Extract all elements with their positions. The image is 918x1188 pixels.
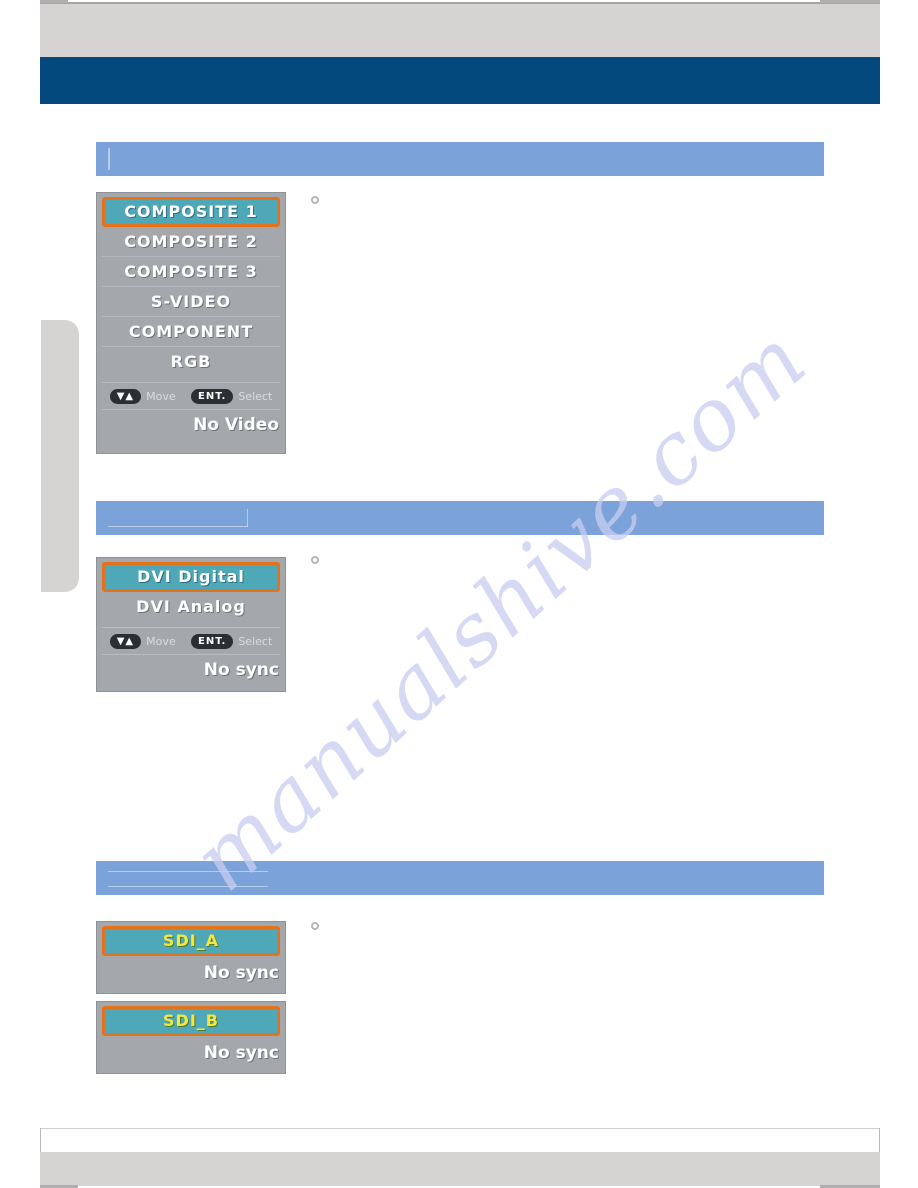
updown-arrows-icon: ▼▲ bbox=[109, 633, 142, 649]
osd-item-dvi-analog[interactable]: DVI Analog bbox=[102, 592, 280, 622]
hint-select-label-dvi: Select bbox=[238, 634, 273, 648]
section-2-ghost-underline bbox=[108, 526, 248, 527]
osd-item-component[interactable]: COMPONENT bbox=[102, 317, 280, 347]
osd-menu-dvi-source: DVI Digital DVI Analog ▼▲ Move ENT. Sele… bbox=[96, 557, 286, 692]
hint-select-group: ENT. Select bbox=[191, 388, 273, 404]
enter-key-icon: ENT. bbox=[191, 388, 234, 404]
header-notch-right bbox=[820, 0, 880, 3]
section-3-ghost-rule-top bbox=[108, 871, 268, 872]
footer-divider bbox=[40, 1128, 880, 1129]
osd-menu-video-source-list: COMPOSITE 1 COMPOSITE 2 COMPOSITE 3 S-VI… bbox=[97, 193, 285, 379]
osd-status-sdi-a: No sync bbox=[203, 963, 279, 983]
hint-select-group-dvi: ENT. Select bbox=[191, 633, 273, 649]
osd-item-composite-1[interactable]: COMPOSITE 1 bbox=[102, 197, 280, 227]
section-heading-bar-3 bbox=[96, 861, 824, 895]
section-heading-bar-2 bbox=[96, 501, 824, 535]
osd-menu-video-source-hints: ▼▲ Move ENT. Select bbox=[102, 382, 280, 410]
section-3-ghost-rule-bottom bbox=[108, 886, 268, 887]
osd-menu-dvi-source-list: DVI Digital DVI Analog bbox=[97, 558, 285, 624]
side-chapter-tab bbox=[41, 320, 79, 592]
osd-status-dvi-source: No sync bbox=[203, 660, 279, 680]
manual-page: COMPOSITE 1 COMPOSITE 2 COMPOSITE 3 S-VI… bbox=[0, 0, 918, 1188]
section-1-ghost-mark bbox=[108, 148, 110, 170]
hint-move-group-dvi: ▼▲ Move bbox=[109, 633, 176, 649]
updown-arrows-icon: ▼▲ bbox=[109, 388, 142, 404]
osd-status-sdi-b: No sync bbox=[203, 1043, 279, 1063]
page-header-gray-band bbox=[40, 2, 880, 57]
enter-key-icon: ENT. bbox=[191, 633, 234, 649]
section-2-ghost-tick bbox=[247, 509, 248, 527]
osd-menu-sdi-b: SDI_B No sync bbox=[96, 1001, 286, 1074]
osd-item-dvi-digital[interactable]: DVI Digital bbox=[102, 562, 280, 592]
hint-select-label: Select bbox=[238, 389, 273, 403]
bullet-dot-icon-2 bbox=[311, 556, 319, 564]
side-chapter-tab-label bbox=[3, 320, 41, 592]
osd-menu-sdi-b-list: SDI_B bbox=[97, 1002, 285, 1038]
bullet-dot-icon-3 bbox=[311, 922, 319, 930]
footer-rule-left bbox=[40, 1128, 41, 1152]
osd-menu-dvi-source-hints: ▼▲ Move ENT. Select bbox=[102, 627, 280, 655]
footer-rule-right bbox=[879, 1128, 880, 1152]
osd-item-sdi-b[interactable]: SDI_B bbox=[102, 1006, 280, 1036]
osd-item-sdi-a[interactable]: SDI_A bbox=[102, 926, 280, 956]
osd-menu-sdi-a: SDI_A No sync bbox=[96, 921, 286, 994]
section-heading-bar-1 bbox=[96, 142, 824, 176]
bullet-dot-icon-1 bbox=[311, 196, 319, 204]
hint-move-label-dvi: Move bbox=[146, 634, 176, 648]
footer-band bbox=[40, 1152, 880, 1186]
osd-status-video-source: No Video bbox=[193, 415, 279, 435]
osd-item-rgb[interactable]: RGB bbox=[102, 347, 280, 377]
hint-move-group: ▼▲ Move bbox=[109, 388, 176, 404]
osd-item-composite-2[interactable]: COMPOSITE 2 bbox=[102, 227, 280, 257]
osd-item-composite-3[interactable]: COMPOSITE 3 bbox=[102, 257, 280, 287]
hint-move-label: Move bbox=[146, 389, 176, 403]
header-notch-left bbox=[40, 0, 68, 3]
osd-menu-sdi-a-list: SDI_A bbox=[97, 922, 285, 958]
osd-menu-video-source: COMPOSITE 1 COMPOSITE 2 COMPOSITE 3 S-VI… bbox=[96, 192, 286, 454]
page-header-blue-band bbox=[40, 57, 880, 104]
osd-item-s-video[interactable]: S-VIDEO bbox=[102, 287, 280, 317]
